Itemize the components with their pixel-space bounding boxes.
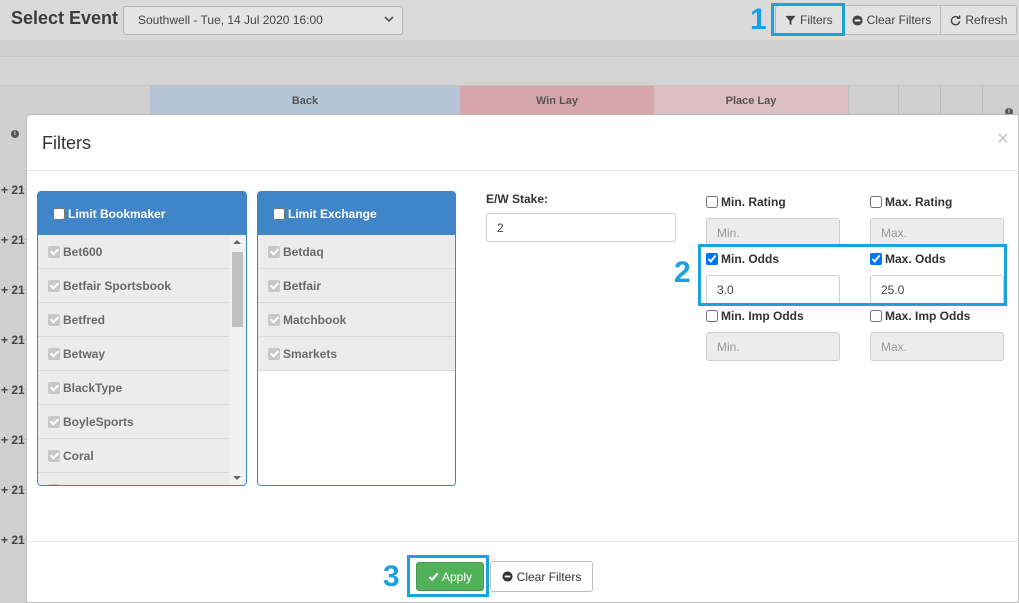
- annotation-box-apply: [407, 555, 489, 597]
- annotation-number-3: 3: [383, 560, 400, 593]
- list-item[interactable]: Coral: [38, 439, 230, 473]
- list-item-partial[interactable]: [38, 473, 230, 485]
- table-row[interactable]: + 21: [0, 183, 26, 239]
- column-back: Back: [150, 86, 460, 114]
- min-rating-option[interactable]: Min. Rating: [706, 195, 786, 209]
- check-icon: [48, 415, 60, 428]
- column-empty: [848, 86, 898, 114]
- filters-modal: Filters × Limit Bookmaker Bet600 Betfair…: [26, 114, 1019, 603]
- info-icon: i: [11, 130, 19, 138]
- max-imp-odds-option[interactable]: Max. Imp Odds: [870, 309, 970, 323]
- close-icon[interactable]: ×: [997, 129, 1009, 149]
- modal-title: Filters: [42, 133, 91, 153]
- column-win-lay: Win Lay: [460, 86, 654, 114]
- bookmaker-list[interactable]: Bet600 Betfair Sportsbook Betfred Betway…: [38, 235, 246, 485]
- table-row[interactable]: + 21: [0, 433, 26, 489]
- minus-circle-icon: [852, 14, 863, 26]
- chevron-down-icon: [384, 16, 394, 23]
- max-imp-odds-input[interactable]: [870, 332, 1004, 361]
- filter-strip: [0, 56, 1019, 86]
- table-row[interactable]: + 21: [0, 283, 26, 339]
- exchange-list[interactable]: Betdaq Betfair Matchbook Smarkets: [258, 235, 455, 485]
- check-icon: [48, 483, 60, 485]
- list-item[interactable]: BlackType: [38, 371, 230, 405]
- list-item[interactable]: Betfair Sportsbook: [38, 269, 230, 303]
- scroll-down-icon[interactable]: [233, 476, 241, 480]
- max-rating-label: Max. Rating: [885, 195, 953, 209]
- list-item[interactable]: Smarkets: [258, 337, 455, 371]
- min-imp-odds-option[interactable]: Min. Imp Odds: [706, 309, 804, 323]
- limit-exchange-checkbox[interactable]: [273, 207, 285, 220]
- list-item[interactable]: Bet600: [38, 235, 230, 269]
- annotation-box-filters: [771, 3, 845, 36]
- min-imp-odds-input[interactable]: [706, 332, 840, 361]
- list-item[interactable]: Matchbook: [258, 303, 455, 337]
- max-imp-odds-label: Max. Imp Odds: [885, 309, 971, 323]
- modal-clear-filters-label: Clear Filters: [516, 569, 582, 584]
- scroll-up-icon[interactable]: [233, 240, 241, 244]
- check-icon: [268, 245, 280, 258]
- limit-exchange-label: Limit Exchange: [288, 206, 377, 221]
- column-empty: [940, 86, 982, 114]
- event-select-value: Southwell - Tue, 14 Jul 2020 16:00: [138, 13, 323, 27]
- min-imp-odds-checkbox[interactable]: [706, 310, 718, 322]
- refresh-button-label: Refresh: [965, 13, 1008, 27]
- list-item[interactable]: BoyleSports: [38, 405, 230, 439]
- column-empty: [982, 86, 1019, 114]
- bookmaker-panel: Limit Bookmaker Bet600 Betfair Sportsboo…: [37, 191, 247, 486]
- check-icon: [268, 347, 280, 360]
- limit-bookmaker-label: Limit Bookmaker: [68, 206, 166, 221]
- annotation-number-2: 2: [674, 256, 691, 289]
- max-rating-input[interactable]: [870, 218, 1004, 247]
- scrollbar[interactable]: [229, 235, 246, 485]
- ew-stake-input[interactable]: [486, 213, 676, 242]
- list-item[interactable]: Betfair: [258, 269, 455, 303]
- clear-filters-button[interactable]: Clear Filters: [842, 5, 942, 35]
- check-icon: [268, 279, 280, 292]
- table-row[interactable]: + 21: [0, 483, 26, 539]
- max-rating-checkbox[interactable]: [870, 196, 882, 208]
- list-item[interactable]: Betdaq: [258, 235, 455, 269]
- divider: [27, 170, 1019, 171]
- min-rating-label: Min. Rating: [721, 195, 786, 209]
- event-select[interactable]: Southwell - Tue, 14 Jul 2020 16:00: [123, 6, 403, 35]
- exchange-panel: Limit Exchange Betdaq Betfair Matchbook …: [257, 191, 456, 486]
- list-item[interactable]: Betfred: [38, 303, 230, 337]
- ew-stake-label: E/W Stake:: [486, 192, 549, 206]
- list-item[interactable]: Betway: [38, 337, 230, 371]
- minus-circle-icon: [502, 571, 513, 582]
- column-empty: [898, 86, 940, 114]
- limit-bookmaker-checkbox[interactable]: [53, 207, 65, 220]
- annotation-number-1: 1: [750, 3, 767, 36]
- check-icon: [48, 347, 60, 360]
- clear-filters-button-label: Clear Filters: [866, 13, 932, 27]
- refresh-button[interactable]: Refresh: [941, 5, 1018, 35]
- table-row[interactable]: + 21: [0, 383, 26, 439]
- max-rating-option[interactable]: Max. Rating: [870, 195, 952, 209]
- table-row[interactable]: + 21: [0, 333, 26, 389]
- min-rating-checkbox[interactable]: [706, 196, 718, 208]
- check-icon: [48, 279, 60, 292]
- annotation-box-odds: [698, 244, 1007, 306]
- divider: [27, 541, 1019, 542]
- check-icon: [48, 245, 60, 258]
- check-icon: [268, 313, 280, 326]
- refresh-icon: [951, 14, 961, 25]
- scroll-thumb[interactable]: [232, 252, 243, 327]
- bookmaker-panel-header: Limit Bookmaker: [38, 192, 246, 235]
- modal-clear-filters-button[interactable]: Clear Filters: [490, 561, 593, 592]
- table-row[interactable]: + 21: [0, 533, 26, 589]
- min-rating-input[interactable]: [706, 218, 840, 247]
- exchange-panel-header: Limit Exchange: [258, 192, 455, 235]
- column-place-lay: Place Lay: [654, 86, 848, 114]
- check-icon: [48, 313, 60, 326]
- page-title: Select Event: [11, 8, 119, 28]
- check-icon: [48, 449, 60, 462]
- check-icon: [48, 381, 60, 394]
- max-imp-odds-checkbox[interactable]: [870, 310, 882, 322]
- min-imp-odds-label: Min. Imp Odds: [721, 309, 804, 323]
- table-row[interactable]: + 21: [0, 233, 26, 289]
